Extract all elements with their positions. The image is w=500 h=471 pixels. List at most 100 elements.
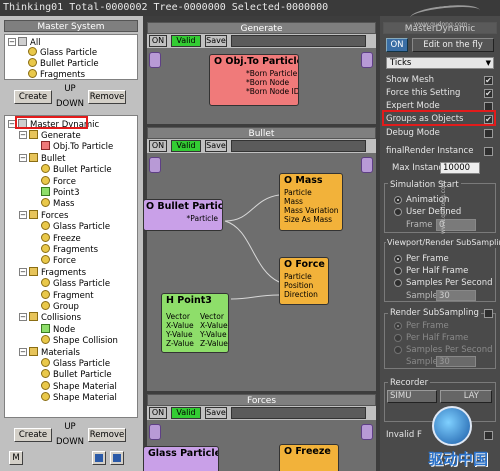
list-item[interactable]: Glass Particle — [28, 47, 97, 58]
point3-node[interactable]: H Point3 Vector X-Value Y-Value Z-Value … — [161, 293, 229, 353]
tree-folder-item[interactable]: Collisions — [29, 312, 81, 323]
collapse-toggle[interactable]: − — [19, 131, 27, 139]
tree-leaf-item[interactable]: Glass Particle — [41, 221, 110, 232]
collapse-toggle[interactable]: − — [19, 210, 27, 219]
tree-leaf-item[interactable]: Bullet Particle — [41, 369, 112, 380]
user-defined-radio[interactable] — [394, 208, 402, 216]
tree-down-button[interactable]: DOWN — [52, 437, 88, 447]
show-mesh-checkbox[interactable]: ✔ — [484, 76, 493, 85]
time-unit-select[interactable]: Ticks ▼ — [386, 57, 494, 69]
forces-name-field[interactable] — [231, 407, 366, 419]
node-port: Vector — [200, 312, 224, 321]
master-create-button[interactable]: Create — [14, 90, 52, 104]
layout-icon-button-1[interactable] — [92, 451, 106, 465]
tree-leaf-item[interactable]: Group — [41, 301, 79, 312]
collapse-toggle[interactable]: − — [19, 267, 27, 276]
tree-leaf-item[interactable]: Bullet Particle — [41, 164, 112, 175]
freeze-node[interactable]: O Freeze — [279, 444, 339, 471]
edit-on-fly-button[interactable]: Edit on the fly — [412, 38, 494, 52]
folder-icon — [29, 130, 38, 139]
generate-name-field[interactable] — [231, 35, 366, 47]
force-node[interactable]: O Force Particle Position Direction — [279, 257, 329, 305]
forces-toolbar: ON Valid Save — [147, 406, 376, 420]
master-up-button[interactable]: UP — [52, 84, 88, 94]
tree-create-button[interactable]: Create — [14, 428, 52, 442]
debug-mode-checkbox[interactable] — [484, 129, 493, 138]
m-button[interactable]: M — [9, 451, 23, 465]
render-samples-field[interactable]: 30 — [436, 356, 476, 367]
collapse-toggle[interactable]: − — [19, 313, 27, 322]
final-render-checkbox[interactable] — [484, 147, 493, 156]
collapse-toggle[interactable]: − — [19, 153, 27, 162]
forces-valid-badge[interactable]: Valid — [171, 407, 201, 419]
forces-out-pin[interactable] — [361, 424, 373, 440]
obj-to-particle-node[interactable]: O Obj.To Particle *Born Particle *Born N… — [209, 54, 299, 106]
tree-leaf-item[interactable]: Shape Material — [41, 380, 117, 392]
forces-in-pin[interactable] — [149, 424, 161, 440]
list-item[interactable]: Bullet Particle — [28, 58, 99, 69]
animation-radio[interactable] — [394, 196, 402, 204]
tree-remove-button[interactable]: Remove — [88, 428, 126, 442]
tree-leaf-item[interactable]: Node — [41, 323, 75, 335]
tree-leaf-item[interactable]: Point3 — [41, 187, 80, 198]
tree-folder-item[interactable]: Fragments — [29, 266, 86, 278]
tree-item-label: Glass Particle — [53, 359, 111, 369]
tree-leaf-item[interactable]: Shape Material — [41, 392, 117, 403]
grid-icon — [95, 454, 103, 462]
tree-leaf-item[interactable]: Obj.To Particle — [41, 141, 113, 152]
tree-folder-item[interactable]: Bullet — [29, 152, 66, 164]
mass-node[interactable]: O Mass Particle Mass Mass Variation Size… — [279, 173, 343, 231]
tree-up-button[interactable]: UP — [52, 422, 88, 432]
forces-save-button[interactable]: Save — [205, 407, 227, 419]
properties-on-button[interactable]: ON — [386, 38, 408, 52]
tree-leaf-item[interactable]: Shape Collision — [41, 335, 118, 346]
node-port: X-Value — [166, 321, 194, 330]
tree-folder-item[interactable]: Materials — [29, 346, 80, 358]
render-subsampling-checkbox[interactable] — [484, 309, 493, 318]
collapse-toggle[interactable]: − — [8, 38, 16, 46]
tree-folder-item[interactable]: Generate — [29, 130, 81, 141]
render-samples-per-second-radio[interactable] — [394, 346, 402, 354]
render-per-half-frame-radio[interactable] — [394, 334, 402, 342]
tree-leaf-item[interactable]: Freeze — [41, 232, 81, 244]
forces-on-button[interactable]: ON — [149, 407, 167, 419]
tree-leaf-item[interactable]: Force — [41, 175, 76, 187]
collapse-toggle[interactable]: − — [19, 347, 27, 356]
glass-particle-node[interactable]: Glass Particle — [143, 446, 219, 471]
tree-folder-item[interactable]: Forces — [29, 209, 68, 221]
tree-leaf-item[interactable]: Fragments — [41, 244, 98, 255]
render-per-frame-radio[interactable] — [394, 322, 402, 330]
tree-leaf-item[interactable]: Force — [41, 255, 76, 266]
generate-save-button[interactable]: Save — [205, 35, 227, 47]
viewport-per-frame-radio[interactable] — [394, 255, 402, 263]
generate-valid-badge[interactable]: Valid — [171, 35, 201, 47]
master-remove-button[interactable]: Remove — [88, 90, 126, 104]
play-button[interactable]: LAY — [440, 390, 492, 403]
forces-graph[interactable]: ON Valid Save Glass Particle O Freeze — [143, 406, 376, 471]
viewport-samples-field[interactable]: 30 — [436, 290, 476, 301]
generate-on-button[interactable]: ON — [149, 35, 167, 47]
simulate-button[interactable]: SIMU — [387, 390, 437, 403]
generate-out-pin[interactable] — [361, 52, 373, 68]
bullet-particle-node[interactable]: O Bullet Particle *Particle — [143, 199, 223, 231]
viewport-per-half-frame-radio[interactable] — [394, 267, 402, 275]
generate-in-pin[interactable] — [149, 52, 161, 68]
tree-leaf-item[interactable]: Glass Particle — [41, 278, 110, 289]
layout-icon-button-2[interactable] — [110, 451, 124, 465]
tree-item-label: Shape Material — [53, 381, 117, 392]
tree-root-icon — [18, 37, 27, 46]
tree-leaf-item[interactable]: Mass — [41, 198, 74, 209]
dynamic-tree[interactable]: − Master Dynamic Generate − Obj.To Particl… — [4, 115, 138, 418]
folder-icon — [29, 266, 38, 276]
force-setting-checkbox[interactable]: ✔ — [484, 89, 493, 98]
list-item[interactable]: Fragments — [28, 69, 85, 79]
tree-leaf-item[interactable]: Fragment — [41, 289, 94, 301]
bullet-graph[interactable]: ON Valid Save O Bullet Particle *Particl… — [143, 139, 376, 391]
master-system-list[interactable]: − All Glass Particle Bullet Particle Fra… — [4, 34, 138, 80]
master-down-button[interactable]: DOWN — [52, 99, 88, 109]
viewport-samples-per-second-radio[interactable] — [394, 279, 402, 287]
tree-item-label: Glass Particle — [53, 279, 111, 290]
max-instances-field[interactable]: 10000 — [440, 162, 480, 174]
generate-graph[interactable]: ON Valid Save O Obj.To Particle *Born Pa… — [147, 34, 376, 124]
tree-leaf-item[interactable]: Glass Particle — [41, 358, 110, 369]
